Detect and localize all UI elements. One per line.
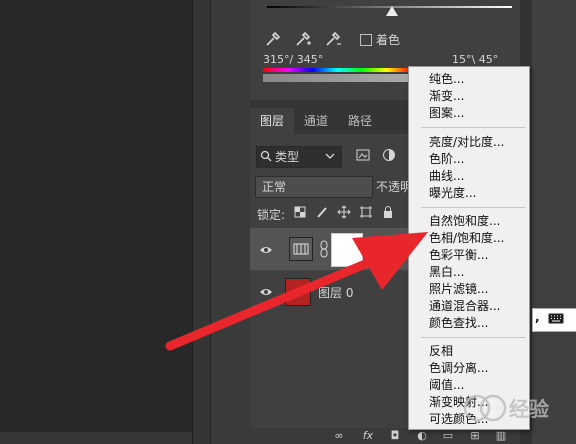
new-adjustment-layer-icon[interactable]: ◐ bbox=[415, 430, 429, 442]
keyboard-icon bbox=[548, 313, 564, 324]
panel-divider[interactable] bbox=[192, 0, 211, 444]
menu-item-posterize[interactable]: 色调分离... bbox=[429, 360, 488, 377]
link-layers-icon[interactable]: ∞ bbox=[332, 430, 346, 442]
move-icon[interactable] bbox=[337, 205, 351, 219]
colorize-label: 着色 bbox=[376, 33, 401, 47]
watermark-logo: 经验 bbox=[463, 394, 549, 422]
eyedropper-plus-icon[interactable] bbox=[294, 30, 312, 48]
blend-mode-value: 正常 bbox=[262, 180, 287, 194]
menu-item-channel-mixer[interactable]: 通道混合器... bbox=[429, 298, 500, 315]
keyboard-popup-comma: , bbox=[535, 310, 540, 324]
eye-icon[interactable] bbox=[259, 245, 273, 255]
filter-pixel-icon[interactable] bbox=[356, 148, 370, 162]
menu-item-black-white[interactable]: 黑白... bbox=[429, 264, 464, 281]
layer-thumbnail bbox=[285, 278, 311, 306]
layer-filter-label: 类型 bbox=[275, 150, 300, 164]
tab-paths[interactable]: 路径 bbox=[338, 108, 382, 134]
link-icon[interactable] bbox=[318, 240, 330, 258]
opacity-label: 不透明 bbox=[376, 180, 413, 194]
layer-name[interactable]: 图层 0 bbox=[318, 284, 353, 301]
collapsed-panel-strip bbox=[210, 0, 251, 444]
menu-item-photo-filter[interactable]: 照片滤镜... bbox=[429, 281, 488, 298]
hue-range-right: 15°\ 45° bbox=[452, 53, 499, 66]
add-mask-icon[interactable]: ◘ bbox=[388, 430, 402, 442]
menu-item-levels[interactable]: 色阶... bbox=[429, 151, 464, 168]
menu-separator bbox=[421, 127, 525, 128]
menu-item-gradient[interactable]: 渐变... bbox=[429, 88, 464, 105]
search-icon bbox=[260, 150, 272, 162]
new-group-icon[interactable]: ▭ bbox=[441, 430, 455, 442]
menu-item-vibrance[interactable]: 自然饱和度... bbox=[429, 213, 500, 230]
lock-transparency-icon[interactable] bbox=[293, 205, 307, 219]
canvas-status-bar bbox=[0, 432, 192, 444]
tab-channels[interactable]: 通道 bbox=[294, 108, 338, 134]
gradient-slider[interactable] bbox=[386, 6, 398, 16]
lock-label: 锁定: bbox=[257, 208, 286, 222]
adjustment-layer-thumbnail bbox=[289, 237, 313, 261]
layer-mask-thumbnail[interactable] bbox=[331, 233, 363, 267]
menu-item-brightness-contrast[interactable]: 亮度/对比度... bbox=[429, 134, 505, 151]
menu-item-hue-saturation[interactable]: 色相/饱和度... bbox=[429, 230, 505, 247]
colorize-checkbox[interactable] bbox=[360, 34, 372, 46]
artboard-icon[interactable] bbox=[359, 205, 373, 219]
hue-range-slider[interactable] bbox=[263, 74, 411, 82]
hue-spectrum-bar bbox=[263, 68, 411, 72]
menu-item-color-balance[interactable]: 色彩平衡... bbox=[429, 247, 488, 264]
menu-separator bbox=[421, 337, 525, 338]
fx-icon[interactable]: fx bbox=[361, 430, 375, 442]
watermark-text: 经验 bbox=[509, 397, 549, 421]
menu-item-invert[interactable]: 反相 bbox=[429, 343, 453, 360]
menu-item-color-lookup[interactable]: 颜色查找... bbox=[429, 315, 488, 332]
menu-item-solid-color[interactable]: 纯色... bbox=[429, 71, 464, 88]
menu-item-exposure[interactable]: 曝光度... bbox=[429, 185, 476, 202]
eyedropper-minus-icon[interactable] bbox=[324, 30, 342, 48]
lock-all-icon[interactable] bbox=[381, 205, 395, 219]
canvas-area bbox=[0, 0, 192, 444]
brush-icon[interactable] bbox=[315, 205, 329, 219]
chevron-down-icon bbox=[325, 153, 335, 159]
adjustment-layer-menu: 纯色... 渐变... 图案... 亮度/对比度... 色阶... 曲线... … bbox=[408, 66, 530, 430]
tab-layers[interactable]: 图层 bbox=[250, 108, 295, 134]
menu-item-curves[interactable]: 曲线... bbox=[429, 168, 464, 185]
filter-adjustment-icon[interactable] bbox=[382, 148, 396, 162]
menu-separator bbox=[421, 207, 525, 208]
menu-item-pattern[interactable]: 图案... bbox=[429, 105, 464, 122]
eyedropper-icon[interactable] bbox=[264, 30, 282, 48]
eye-icon[interactable] bbox=[259, 287, 273, 297]
hue-range-left: 315°/ 345° bbox=[263, 53, 324, 66]
hue-saturation-icon bbox=[293, 243, 309, 255]
